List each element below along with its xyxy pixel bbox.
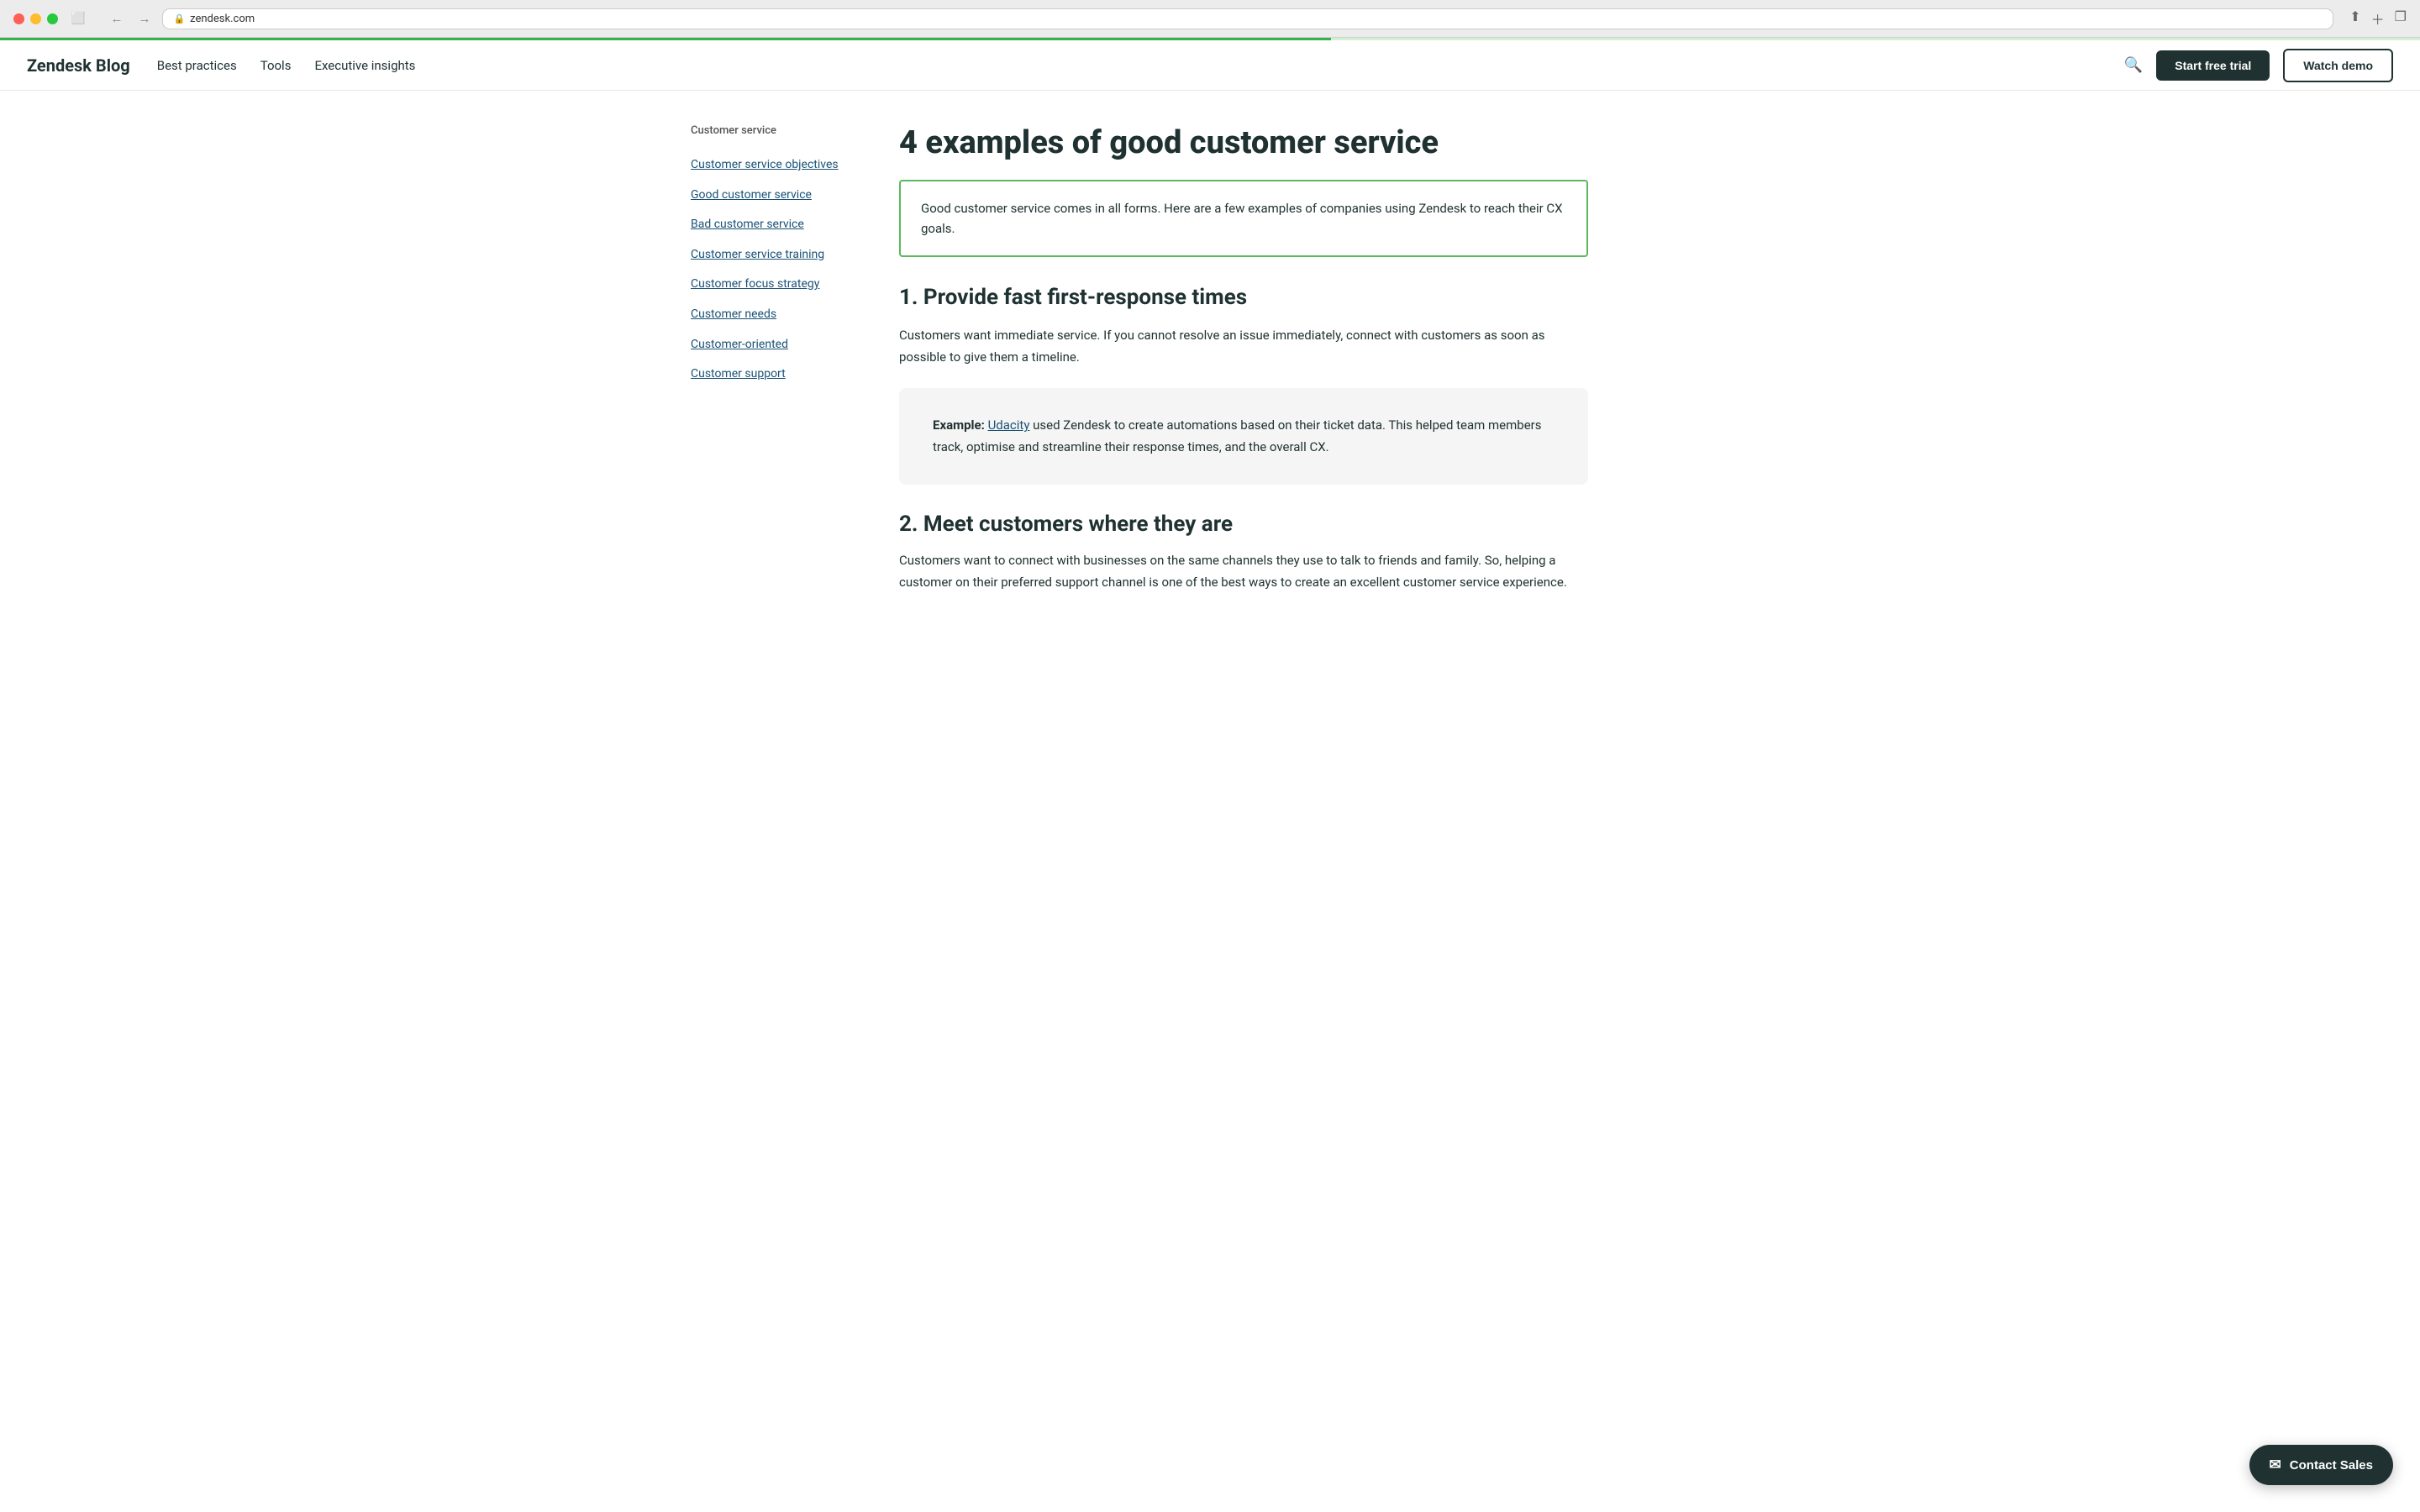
section1-heading: 1. Provide fast first-response times xyxy=(899,284,1588,312)
fullscreen-dot[interactable] xyxy=(47,13,58,24)
contact-sales-label: Contact Sales xyxy=(2290,1458,2373,1473)
page-load-progress xyxy=(0,38,2420,40)
minimize-dot[interactable] xyxy=(30,13,41,24)
sidebar-toggle[interactable]: ⬜ xyxy=(66,10,89,27)
address-bar[interactable]: 🔒 zendesk.com xyxy=(163,9,2333,29)
nav-executive-insights[interactable]: Executive insights xyxy=(314,58,415,73)
browser-chrome: ⬜ ← → 🔒 zendesk.com ⬆ ＋ ❐ xyxy=(0,0,2420,38)
back-button[interactable]: ← xyxy=(106,10,127,28)
nav-actions: 🔍 Start free trial Watch demo xyxy=(2124,49,2393,82)
section2-heading: 2. Meet customers where they are xyxy=(899,512,1588,537)
share-icon[interactable]: ⬆ xyxy=(2349,8,2360,29)
contact-sales-fab[interactable]: ✉ Contact Sales xyxy=(2249,1445,2393,1485)
article-title: 4 examples of good customer service xyxy=(899,124,1588,163)
watch-demo-button[interactable]: Watch demo xyxy=(2283,49,2393,82)
example-label: Example: xyxy=(933,417,985,433)
new-tab-icon[interactable]: ＋ xyxy=(2371,8,2385,29)
nav-tools[interactable]: Tools xyxy=(260,58,292,73)
nav-best-practices[interactable]: Best practices xyxy=(157,58,237,73)
start-free-trial-button[interactable]: Start free trial xyxy=(2156,50,2270,81)
sidebar-link-training[interactable]: Customer service training xyxy=(691,240,859,270)
sidebar-link-needs[interactable]: Customer needs xyxy=(691,300,859,330)
search-button[interactable]: 🔍 xyxy=(2124,56,2143,74)
sidebar-link-objectives[interactable]: Customer service objectives xyxy=(691,150,859,181)
sidebar: Customer service Customer service object… xyxy=(691,124,859,613)
example-box-1: Example: Udacity used Zendesk to create … xyxy=(899,388,1588,485)
url-text: zendesk.com xyxy=(190,13,255,25)
traffic-lights xyxy=(13,13,58,24)
udacity-link[interactable]: Udacity xyxy=(988,417,1030,433)
close-dot[interactable] xyxy=(13,13,24,24)
browser-actions: ⬆ ＋ ❐ xyxy=(2349,8,2407,29)
sidebar-links: Customer service objectives Good custome… xyxy=(691,150,859,390)
sidebar-section-label: Customer service xyxy=(691,124,859,137)
section1-para: Customers want immediate service. If you… xyxy=(899,325,1588,368)
site-nav: Zendesk Blog Best practices Tools Execut… xyxy=(0,40,2420,91)
sidebar-link-focus-strategy[interactable]: Customer focus strategy xyxy=(691,270,859,300)
page-layout: Customer service Customer service object… xyxy=(664,91,1756,647)
lock-icon: 🔒 xyxy=(173,13,185,24)
browser-nav: ← → xyxy=(106,10,155,28)
email-icon: ✉ xyxy=(2270,1457,2281,1473)
article-intro-box: Good customer service comes in all forms… xyxy=(899,180,1588,257)
site-logo[interactable]: Zendesk Blog xyxy=(27,55,130,76)
windows-icon[interactable]: ❐ xyxy=(2395,8,2407,29)
main-content: 4 examples of good customer service Good… xyxy=(899,124,1588,613)
sidebar-link-support[interactable]: Customer support xyxy=(691,360,859,390)
sidebar-link-oriented[interactable]: Customer-oriented xyxy=(691,330,859,360)
nav-links: Best practices Tools Executive insights xyxy=(157,58,2097,73)
article-intro-text: Good customer service comes in all forms… xyxy=(921,201,1563,236)
sidebar-link-good[interactable]: Good customer service xyxy=(691,181,859,211)
sidebar-link-bad[interactable]: Bad customer service xyxy=(691,210,859,240)
section2-para: Customers want to connect with businesse… xyxy=(899,550,1588,593)
forward-button[interactable]: → xyxy=(134,10,155,28)
